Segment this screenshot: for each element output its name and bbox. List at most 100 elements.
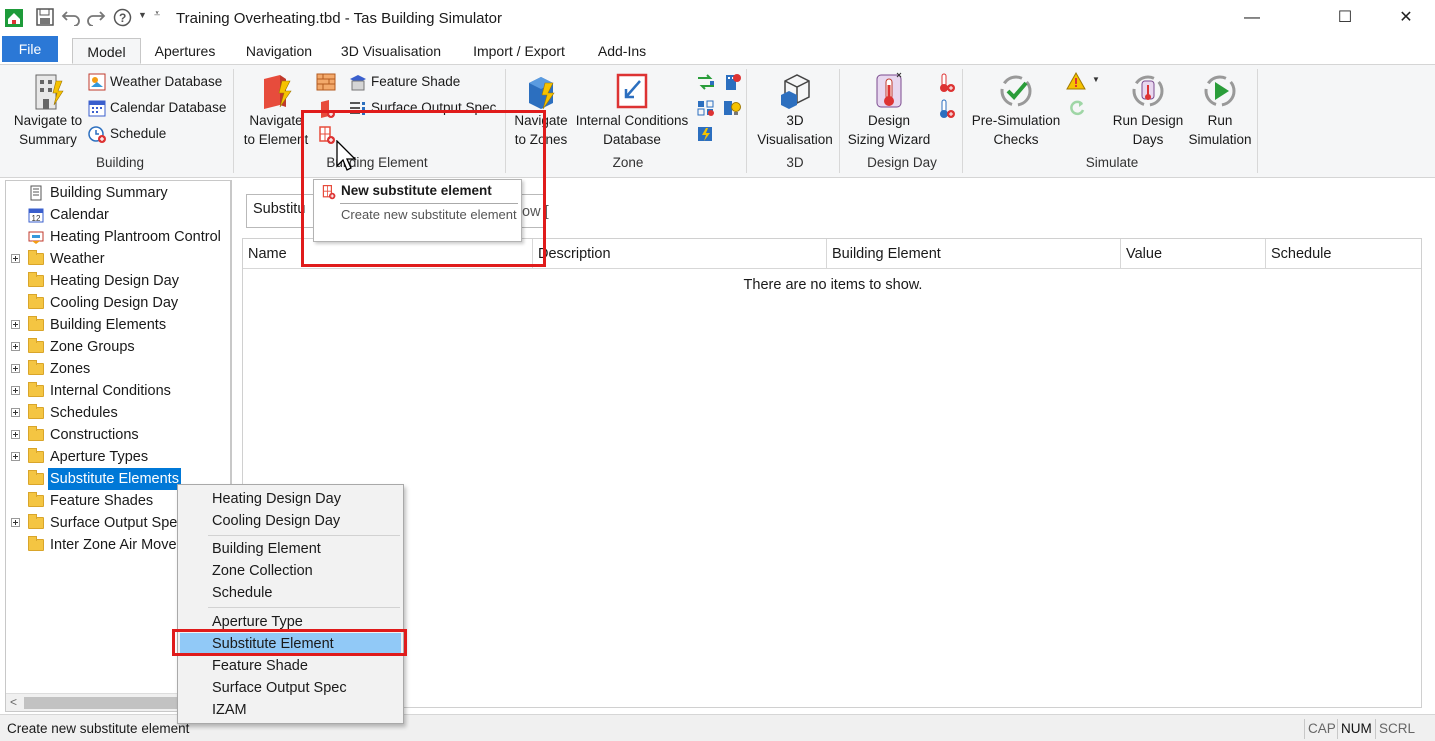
menu-item-building-element[interactable]: Building Element xyxy=(180,538,401,560)
cooling-design-day-icon[interactable] xyxy=(938,99,956,119)
ribbon: Navigate to Summary Weather Database Cal… xyxy=(0,64,1435,178)
lighting-icon[interactable] xyxy=(722,99,742,117)
schedule-button[interactable]: Schedule xyxy=(88,123,166,145)
tree-item-label: Cooling Design Day xyxy=(50,295,179,311)
group-separator xyxy=(233,69,234,173)
feature-shade-button[interactable]: Feature Shade xyxy=(349,71,460,93)
tab-navigation[interactable]: Navigation xyxy=(239,38,319,64)
pre-simulation-checks-button[interactable]: Pre-Simulation Checks xyxy=(966,71,1066,149)
run-simulation-button[interactable]: Run Simulation xyxy=(1184,71,1256,149)
calendar-database-button[interactable]: Calendar Database xyxy=(88,97,226,119)
check-cycle-icon xyxy=(1000,75,1032,107)
folder-icon xyxy=(28,470,44,485)
column-header-building-element[interactable]: Building Element xyxy=(827,239,1121,269)
expand-icon[interactable] xyxy=(11,430,20,439)
internal-conditions-database-button[interactable]: Internal Conditions Database xyxy=(574,71,690,149)
3d-visualisation-label-1: 3D xyxy=(786,113,804,128)
expand-icon[interactable] xyxy=(11,254,20,263)
weather-database-button[interactable]: Weather Database xyxy=(88,71,222,93)
customize-icon[interactable]: ⩡ xyxy=(154,8,160,21)
navigate-to-summary-label-1: Navigate to xyxy=(13,113,83,128)
tree-item-label: Constructions xyxy=(50,427,139,443)
folder-icon xyxy=(28,338,44,353)
menu-item-zone-collection[interactable]: Zone Collection xyxy=(180,560,401,582)
weather-database-label: Weather Database xyxy=(110,74,223,89)
menu-item-cooling-design-day[interactable]: Cooling Design Day xyxy=(180,510,401,532)
expand-icon[interactable] xyxy=(11,364,20,373)
menu-item-schedule[interactable]: Schedule xyxy=(180,582,401,604)
expand-icon[interactable] xyxy=(11,452,20,461)
calendar-icon: 12 xyxy=(28,208,44,223)
heating-design-day-icon[interactable] xyxy=(938,73,956,93)
redo-icon[interactable] xyxy=(86,8,106,26)
refresh-icon[interactable] xyxy=(1068,99,1086,117)
substitute-elements-list[interactable]: Name Description Building Element Value … xyxy=(242,238,1422,708)
close-button[interactable]: ✕ xyxy=(1383,0,1429,36)
group-label-3d: 3D xyxy=(786,155,804,170)
run-design-days-label-1: Run Design xyxy=(1112,113,1184,128)
tree-item-label: Surface Output Spec xyxy=(50,515,185,531)
run-design-days-button[interactable]: Run Design Days xyxy=(1108,71,1188,149)
design-sizing-label-1: Design xyxy=(867,113,911,128)
zone-navigate-icon xyxy=(529,77,555,110)
group-separator xyxy=(962,69,963,173)
tab-apertures[interactable]: Apertures xyxy=(147,38,223,64)
calendar-database-label: Calendar Database xyxy=(110,100,227,115)
save-icon[interactable] xyxy=(36,8,54,26)
navigate-to-summary-button[interactable]: Navigate to Summary xyxy=(8,71,88,149)
tree-item-label: Building Summary xyxy=(50,185,168,201)
help-icon[interactable]: ? xyxy=(113,8,132,27)
expand-icon[interactable] xyxy=(11,518,20,527)
feature-shade-label: Feature Shade xyxy=(371,74,461,89)
group-label-simulate: Simulate xyxy=(1085,155,1139,170)
minimize-button[interactable]: — xyxy=(1229,0,1275,36)
3d-visualisation-label-2: Visualisation xyxy=(757,132,833,147)
column-header-schedule[interactable]: Schedule xyxy=(1266,239,1421,269)
menu-item-izam[interactable]: IZAM xyxy=(180,699,401,721)
tree-item-label: Schedules xyxy=(50,405,118,421)
folder-icon xyxy=(28,426,44,441)
tab-3d-visualisation[interactable]: 3D Visualisation xyxy=(335,38,447,64)
expand-icon[interactable] xyxy=(11,386,20,395)
status-text: Create new substitute element xyxy=(7,721,190,736)
warning-icon[interactable] xyxy=(1066,71,1086,91)
zone-group-icon[interactable] xyxy=(696,99,716,117)
folder-icon xyxy=(28,448,44,463)
tree-item-label: Substitute Elements xyxy=(48,468,181,490)
column-header-description[interactable]: Description xyxy=(533,239,827,269)
scrollbar-thumb[interactable] xyxy=(24,697,184,709)
navigate-to-summary-label-2: Summary xyxy=(19,132,77,147)
expand-icon[interactable] xyxy=(11,408,20,417)
tab-add-ins[interactable]: Add-Ins xyxy=(589,38,655,64)
zone-power-icon[interactable] xyxy=(696,125,716,143)
zone-building-icon[interactable] xyxy=(722,73,742,91)
menu-item-feature-shade[interactable]: Feature Shade xyxy=(180,655,401,677)
expand-icon[interactable] xyxy=(11,320,20,329)
column-header-value[interactable]: Value xyxy=(1121,239,1266,269)
plantroom-icon xyxy=(28,231,44,244)
expand-icon[interactable] xyxy=(11,342,20,351)
mouse-cursor-icon xyxy=(336,140,357,171)
zone-transfer-icon[interactable] xyxy=(696,73,716,91)
weather-icon xyxy=(88,73,106,91)
internal-conditions-icon xyxy=(616,73,648,109)
menu-item-surface-output-spec[interactable]: Surface Output Spec xyxy=(180,677,401,699)
undo-icon[interactable] xyxy=(61,8,81,26)
app-icon[interactable] xyxy=(4,8,24,28)
menu-item-heating-design-day[interactable]: Heating Design Day xyxy=(180,488,401,510)
dropdown-icon[interactable]: ▼ xyxy=(138,10,147,20)
group-separator xyxy=(839,69,840,173)
folder-icon xyxy=(28,250,44,265)
brick-wall-icon[interactable] xyxy=(316,73,336,91)
run-simulation-label-2: Simulation xyxy=(1188,132,1252,147)
3d-visualisation-button[interactable]: 3D Visualisation xyxy=(752,71,838,149)
schedule-label: Schedule xyxy=(110,126,167,141)
warning-dropdown-icon[interactable]: ▼ xyxy=(1092,75,1100,84)
design-sizing-wizard-button[interactable]: Design Sizing Wizard xyxy=(843,71,935,149)
tab-import-export[interactable]: Import / Export xyxy=(464,38,574,64)
run-design-days-icon xyxy=(1132,75,1164,107)
tab-model[interactable]: Model xyxy=(72,38,141,64)
maximize-button[interactable]: ☐ xyxy=(1322,0,1368,36)
tree-item-label: Calendar xyxy=(50,207,109,223)
scroll-left-icon[interactable]: < xyxy=(10,695,17,709)
